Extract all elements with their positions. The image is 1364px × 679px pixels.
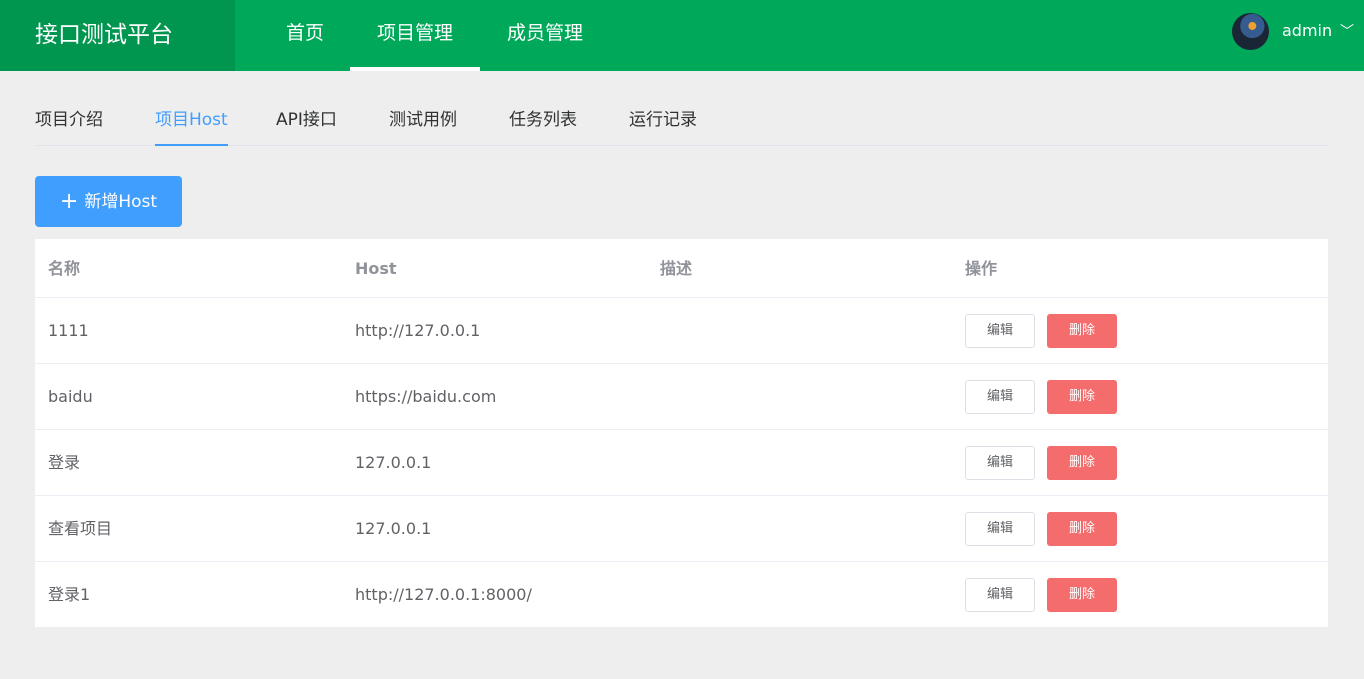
cell-name: 1111: [48, 321, 89, 340]
nav-home[interactable]: 首页: [280, 0, 330, 71]
header-actions: 操作: [965, 259, 998, 278]
delete-button[interactable]: 删除: [1047, 512, 1117, 546]
edit-button[interactable]: 编辑: [965, 446, 1035, 480]
tab-task-list[interactable]: 任务列表: [509, 96, 577, 146]
avatar[interactable]: [1232, 13, 1269, 50]
nav-member-management[interactable]: 成员管理: [500, 0, 590, 71]
tab-test-cases[interactable]: 测试用例: [389, 96, 457, 146]
user-menu[interactable]: admin ﹀: [1224, 0, 1364, 71]
cell-name: baidu: [48, 387, 93, 406]
table-row: 查看项目 127.0.0.1 编辑 删除: [35, 496, 1328, 562]
delete-button[interactable]: 删除: [1047, 380, 1117, 414]
tab-project-host[interactable]: 项目Host: [155, 96, 228, 146]
edit-button[interactable]: 编辑: [965, 314, 1035, 348]
header-name: 名称: [48, 259, 81, 278]
top-navbar: 接口测试平台 首页 项目管理 成员管理 admin ﹀: [0, 0, 1364, 71]
cell-host: http://127.0.0.1:8000/: [355, 585, 532, 604]
cell-host: http://127.0.0.1: [355, 321, 481, 340]
username[interactable]: admin: [1282, 21, 1332, 40]
host-table: 名称 Host 描述 操作 1111 http://127.0.0.1 编辑 删…: [35, 239, 1328, 627]
table-row: 1111 http://127.0.0.1 编辑 删除: [35, 298, 1328, 364]
cell-name: 查看项目: [48, 519, 113, 538]
tab-api[interactable]: API接口: [276, 96, 337, 146]
delete-button[interactable]: 删除: [1047, 446, 1117, 480]
plus-icon: +: [59, 189, 79, 214]
delete-button[interactable]: 删除: [1047, 314, 1117, 348]
add-host-label: 新增Host: [84, 192, 158, 212]
table-header: 名称 Host 描述 操作: [35, 239, 1328, 298]
cell-name: 登录1: [48, 585, 91, 604]
table-row: 登录1 http://127.0.0.1:8000/ 编辑 删除: [35, 562, 1328, 627]
cell-host: 127.0.0.1: [355, 519, 432, 538]
header-host: Host: [355, 259, 397, 278]
cell-host: 127.0.0.1: [355, 453, 432, 472]
edit-button[interactable]: 编辑: [965, 578, 1035, 612]
chevron-down-icon[interactable]: ﹀: [1340, 21, 1354, 41]
project-tabs: 项目介绍 项目Host API接口 测试用例 任务列表 运行记录: [35, 96, 1328, 146]
cell-host: https://baidu.com: [355, 387, 497, 406]
tab-run-records[interactable]: 运行记录: [629, 96, 697, 146]
add-host-button[interactable]: + 新增Host: [35, 176, 182, 227]
table-row: 登录 127.0.0.1 编辑 删除: [35, 430, 1328, 496]
nav-project-management[interactable]: 项目管理: [350, 0, 480, 71]
cell-name: 登录: [48, 453, 81, 472]
brand-logo: 接口测试平台: [0, 0, 235, 71]
table-row: baidu https://baidu.com 编辑 删除: [35, 364, 1328, 430]
tab-project-intro[interactable]: 项目介绍: [35, 96, 103, 146]
header-description: 描述: [660, 259, 693, 278]
delete-button[interactable]: 删除: [1047, 578, 1117, 612]
edit-button[interactable]: 编辑: [965, 512, 1035, 546]
edit-button[interactable]: 编辑: [965, 380, 1035, 414]
